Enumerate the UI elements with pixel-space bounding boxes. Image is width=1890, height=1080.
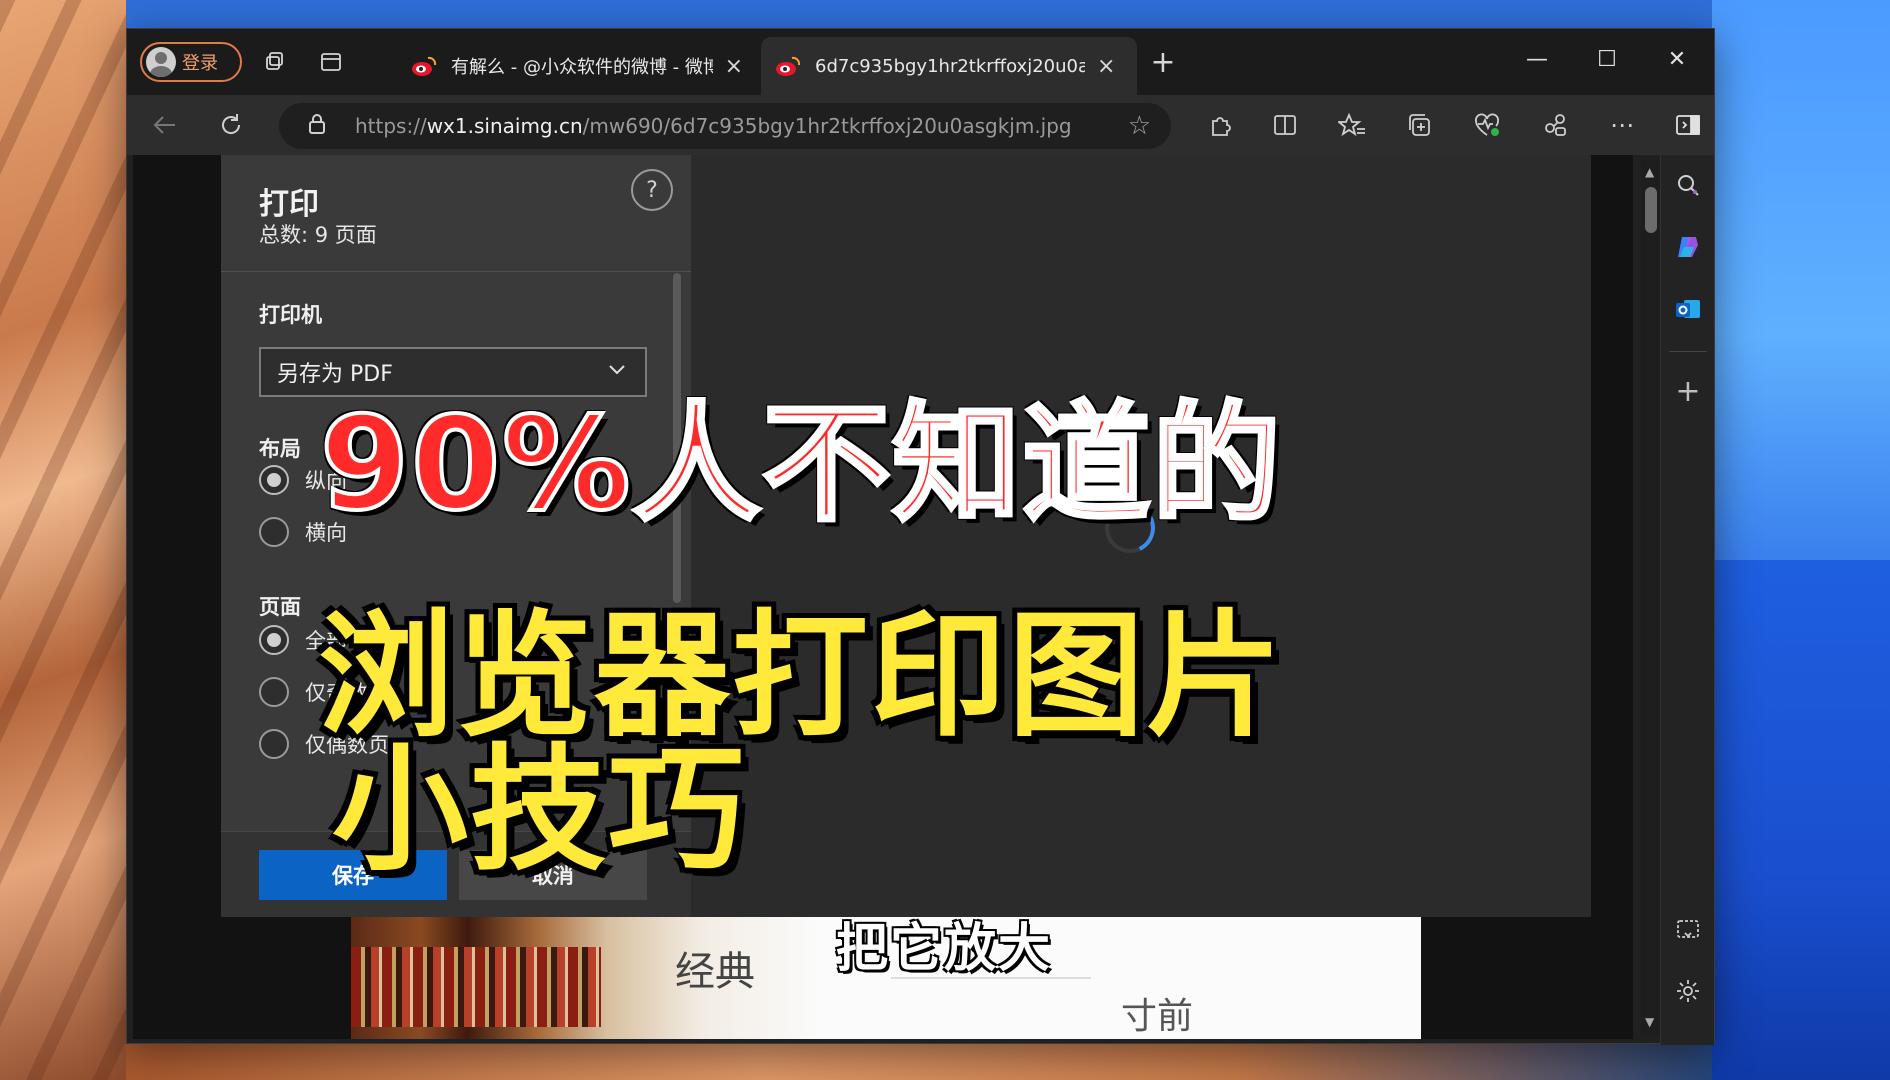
scroll-up-icon[interactable]: ▲ [1645, 165, 1654, 179]
lock-icon[interactable] [297, 113, 337, 140]
tab-title: 6d7c935bgy1hr2tkrffoxj20u0asgkjm.jpg [815, 55, 1085, 77]
desktop-wallpaper-left [0, 0, 126, 1080]
print-dialog-title: 打印 [259, 187, 319, 222]
close-tab-icon[interactable]: × [725, 54, 743, 79]
tab-actions-icon[interactable] [315, 46, 347, 78]
scroll-thumb[interactable] [1645, 187, 1657, 233]
back-icon[interactable] [147, 107, 183, 143]
desktop-wallpaper-sky [1712, 0, 1890, 560]
layout-label: 布局 [259, 437, 301, 461]
screenshot-icon[interactable] [1670, 913, 1706, 949]
page-scrollbar[interactable]: ▲ ▼ [1641, 159, 1661, 1035]
outlook-icon[interactable] [1670, 291, 1706, 327]
headline-red: 90%人不知道的 [318, 388, 1283, 541]
share-icon[interactable] [1537, 107, 1573, 143]
collections-icon[interactable] [1401, 107, 1437, 143]
address-bar[interactable]: https://wx1.sinaimg.cn/mw690/6d7c935bgy1… [279, 103, 1171, 149]
new-tab-button[interactable]: + [1147, 45, 1179, 80]
help-button[interactable]: ? [631, 169, 673, 211]
url-text[interactable]: https://wx1.sinaimg.cn/mw690/6d7c935bgy1… [355, 114, 1072, 138]
close-tab-icon[interactable]: × [1097, 54, 1115, 79]
tab-title: 有解么 - @小众软件的微博 - 微博 [451, 57, 713, 78]
radio-dot [259, 729, 289, 759]
heart-pulse-icon[interactable] [1469, 107, 1505, 143]
url-prefix: https:// [355, 114, 427, 138]
weibo-icon [776, 56, 801, 76]
profile-button[interactable]: 登录 [140, 42, 242, 82]
split-screen-icon[interactable] [1267, 107, 1303, 143]
title-bar: 登录 有解么 - @小众软件的微博 - 微博 × 6d7c935bgy1hr2t… [127, 29, 1714, 95]
subtitle: 把它放大 [836, 919, 1053, 979]
desktop-wallpaper-bottom [126, 1040, 1712, 1080]
avatar [146, 47, 176, 77]
radio-dot [259, 625, 289, 655]
printer-label: 打印机 [259, 303, 322, 327]
close-window-button[interactable]: ✕ [1642, 39, 1712, 79]
divider [221, 271, 691, 272]
pages-label: 页面 [259, 595, 301, 619]
weibo-icon [412, 56, 437, 76]
headline-yellow-2: 小技巧 [332, 732, 746, 890]
scroll-down-icon[interactable]: ▼ [1645, 1015, 1654, 1029]
toolbar: https://wx1.sinaimg.cn/mw690/6d7c935bgy1… [127, 95, 1714, 155]
page-text-inch: 寸前 [1121, 996, 1194, 1037]
desktop-wallpaper-sea [1712, 560, 1890, 1080]
settings-icon[interactable] [1670, 973, 1706, 1009]
minimize-button[interactable]: — [1502, 39, 1572, 79]
maximize-button[interactable]: ☐ [1572, 39, 1642, 79]
radio-dot [259, 465, 289, 495]
sidebar-toggle-icon[interactable] [1670, 107, 1706, 143]
tab-image[interactable]: 6d7c935bgy1hr2tkrffoxj20u0asgkjm.jpg × [761, 37, 1137, 95]
refresh-icon[interactable] [213, 107, 249, 143]
favorites-icon[interactable] [1334, 107, 1370, 143]
profile-label: 登录 [182, 53, 218, 74]
url-path: /mw690/6d7c935bgy1hr2tkrffoxj20u0asgkjm.… [582, 114, 1072, 138]
radio-dot [259, 677, 289, 707]
radio-dot [259, 517, 289, 547]
add-icon[interactable]: + [1670, 373, 1706, 409]
edge-sidebar: + [1660, 155, 1714, 1045]
workspaces-icon[interactable] [259, 46, 291, 78]
search-icon[interactable] [1670, 167, 1706, 203]
url-domain: wx1.sinaimg.cn [426, 114, 583, 138]
tab-weibo[interactable]: 有解么 - @小众软件的微博 - 微博 × [397, 37, 757, 95]
sidebar-divider [1669, 351, 1707, 352]
total-pages: 总数: 9 页面 [259, 223, 377, 247]
more-icon[interactable]: ⋯ [1604, 107, 1640, 143]
copilot-icon[interactable] [1670, 229, 1706, 265]
puzzle-icon[interactable] [1203, 107, 1239, 143]
star-icon[interactable]: ☆ [1128, 111, 1151, 141]
page-text-classic: 经典 [675, 949, 755, 995]
